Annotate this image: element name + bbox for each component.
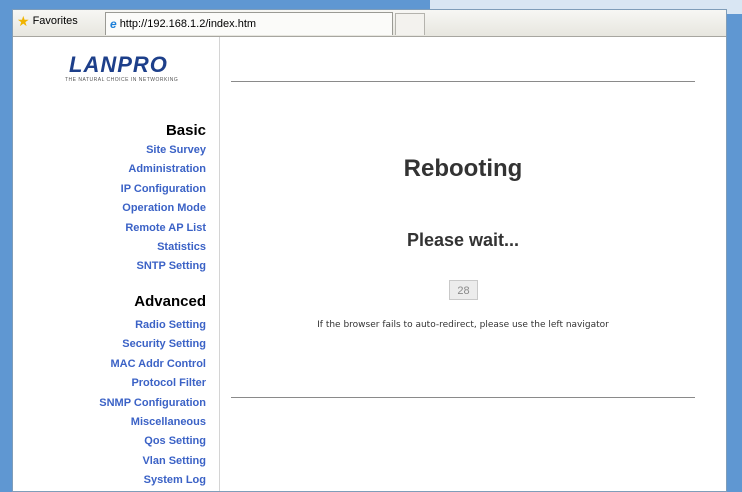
page-subtitle: Please wait... [406, 230, 520, 250]
tab-bar: ★ Favorites e http://192.168.1.2/index.h… [13, 10, 726, 37]
tab-url: http://192.168.1.2/index.htm [119, 18, 257, 30]
page-title: Rebooting [403, 155, 523, 182]
top-divider [231, 81, 695, 82]
bottom-divider [231, 397, 695, 398]
basic-nav: Site Survey Administration IP Configurat… [121, 141, 206, 277]
nav-security-setting[interactable]: Security Setting [99, 335, 206, 354]
nav-mac-addr-control[interactable]: MAC Addr Control [99, 355, 206, 374]
nav-radio-setting[interactable]: Radio Setting [99, 316, 206, 335]
browser-tab[interactable]: e http://192.168.1.2/index.htm [105, 12, 393, 35]
nav-remote-ap-list[interactable]: Remote AP List [121, 219, 206, 238]
lanpro-logo: LANPRO [69, 52, 168, 78]
nav-administration[interactable]: Administration [121, 160, 206, 179]
nav-protocol-filter[interactable]: Protocol Filter [99, 374, 206, 393]
nav-ip-configuration[interactable]: IP Configuration [121, 180, 206, 199]
logo-tagline: THE NATURAL CHOICE IN NETWORKING [65, 77, 179, 83]
basic-heading: Basic [165, 122, 206, 139]
nav-miscellaneous[interactable]: Miscellaneous [99, 413, 206, 432]
countdown-field: 28 [449, 280, 478, 300]
nav-system-log[interactable]: System Log [99, 471, 206, 490]
ie-page-icon: e [110, 17, 117, 31]
nav-vlan-setting[interactable]: Vlan Setting [99, 452, 206, 471]
nav-operation-mode[interactable]: Operation Mode [121, 199, 206, 218]
new-tab-button[interactable] [395, 13, 425, 35]
logo-text: LANPRO [69, 52, 168, 77]
favorites-button[interactable]: ★ Favorites [17, 13, 78, 29]
nav-qos-setting[interactable]: Qos Setting [99, 432, 206, 451]
advanced-nav: Radio Setting Security Setting MAC Addr … [99, 316, 206, 491]
nav-snmp-configuration[interactable]: SNMP Configuration [99, 394, 206, 413]
favorites-label: Favorites [32, 15, 78, 27]
nav-statistics[interactable]: Statistics [121, 238, 206, 257]
star-icon: ★ [17, 13, 30, 29]
advanced-heading: Advanced [134, 293, 206, 310]
redirect-hint: If the browser fails to auto-redirect, p… [317, 320, 609, 330]
nav-sntp-setting[interactable]: SNTP Setting [121, 257, 206, 276]
nav-site-survey[interactable]: Site Survey [121, 141, 206, 160]
sidebar-divider [219, 37, 220, 491]
sidebar: LANPRO THE NATURAL CHOICE IN NETWORKING … [13, 37, 218, 491]
browser-window: ★ Favorites e http://192.168.1.2/index.h… [12, 9, 727, 492]
